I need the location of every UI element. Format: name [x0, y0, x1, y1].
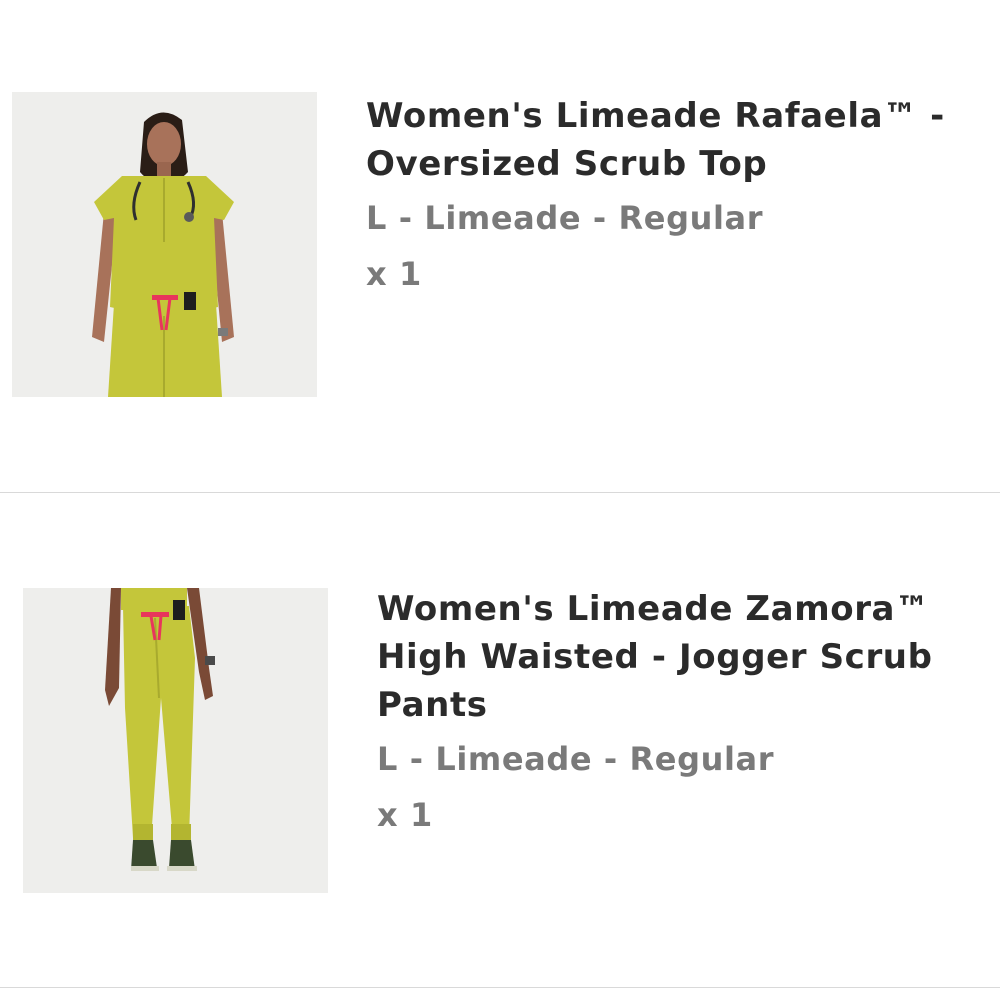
- scrub-top-model-illustration: [12, 92, 317, 397]
- product-image[interactable]: [23, 588, 328, 893]
- product-title[interactable]: Women's Limeade Zamora™ High Waisted - J…: [377, 585, 997, 729]
- cart-page: Women's Limeade Rafaela™ - Oversized Scr…: [0, 0, 1000, 1000]
- product-quantity: x 1: [377, 796, 433, 834]
- divider: [0, 987, 1000, 988]
- cart-item: Women's Limeade Rafaela™ - Oversized Scr…: [0, 0, 1000, 492]
- product-quantity: x 1: [366, 255, 422, 293]
- product-variant: L - Limeade - Regular: [377, 740, 775, 778]
- product-info: Women's Limeade Zamora™ High Waisted - J…: [377, 585, 997, 839]
- product-info: Women's Limeade Rafaela™ - Oversized Scr…: [366, 92, 986, 298]
- product-variant: L - Limeade - Regular: [366, 199, 764, 237]
- cart-item: Women's Limeade Zamora™ High Waisted - J…: [0, 493, 1000, 987]
- product-title[interactable]: Women's Limeade Rafaela™ - Oversized Scr…: [366, 92, 986, 188]
- product-image[interactable]: [12, 92, 317, 397]
- jogger-pants-model-illustration: [23, 588, 328, 893]
